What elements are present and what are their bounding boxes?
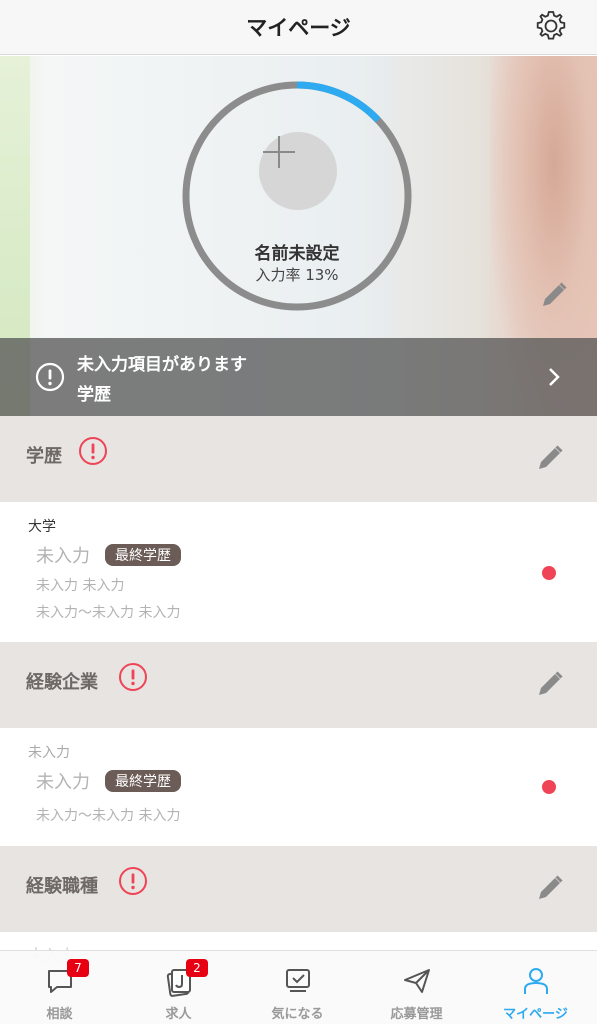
profile-hero: 名前未設定 入力率 13% 未入力項目があります 学歴 bbox=[0, 56, 597, 416]
section-header-education: 学歴 bbox=[0, 416, 597, 502]
school-type: 大学 bbox=[28, 519, 56, 535]
chevron-right-icon bbox=[549, 368, 560, 386]
person-icon bbox=[524, 968, 548, 994]
edit-education-button[interactable] bbox=[534, 442, 566, 474]
header-bar: マイページ bbox=[0, 0, 597, 55]
incomplete-dot bbox=[542, 780, 556, 794]
exclamation-icon bbox=[35, 362, 65, 392]
section-header-company: 経験企業 bbox=[0, 642, 597, 728]
tab-mypage[interactable]: マイページ bbox=[476, 951, 595, 1024]
paper-plane-icon bbox=[404, 969, 430, 993]
tab-jobs[interactable]: 2 求人 bbox=[119, 951, 238, 1024]
final-education-badge: 最終学歴 bbox=[105, 770, 181, 792]
missing-info-banner[interactable]: 未入力項目があります 学歴 bbox=[0, 338, 597, 416]
tab-label: 応募管理 bbox=[390, 1007, 443, 1022]
section-title: 経験職種 bbox=[26, 876, 98, 897]
period-line: 未入力〜未入力 未入力 bbox=[36, 808, 181, 824]
page-title: マイページ bbox=[246, 16, 351, 40]
tab-label: 求人 bbox=[165, 1007, 192, 1022]
checklist-icon bbox=[286, 969, 310, 992]
plus-icon bbox=[263, 136, 295, 168]
tab-label: マイページ bbox=[503, 1007, 568, 1022]
tab-favorites[interactable]: 気になる bbox=[238, 951, 357, 1024]
banner-title: 未入力項目があります bbox=[77, 355, 247, 375]
unread-badge: 7 bbox=[67, 959, 89, 977]
banner-subtitle: 学歴 bbox=[77, 385, 111, 405]
company-type: 未入力 bbox=[28, 745, 70, 761]
profile-progress-ring: 名前未設定 入力率 13% bbox=[181, 80, 413, 312]
profile-name: 名前未設定 bbox=[254, 244, 340, 264]
tab-consult[interactable]: 7 相談 bbox=[0, 951, 119, 1024]
add-photo-button[interactable] bbox=[259, 132, 337, 210]
period-line: 未入力〜未入力 未入力 bbox=[36, 605, 181, 621]
pencil-icon bbox=[539, 875, 563, 899]
incomplete-dot bbox=[542, 566, 556, 580]
section-title: 経験企業 bbox=[26, 672, 98, 693]
pencil-icon[interactable] bbox=[538, 279, 570, 311]
pencil-icon bbox=[539, 671, 563, 695]
warning-icon bbox=[119, 867, 147, 895]
tab-label: 相談 bbox=[46, 1007, 73, 1022]
section-title: 学歴 bbox=[26, 446, 62, 467]
bottom-tab-bar: 7 相談 2 求人 気になる 応募管理 マイページ bbox=[0, 950, 597, 1024]
company-card[interactable]: 未入力 未入力 最終学歴 未入力〜未入力 未入力 bbox=[0, 728, 597, 846]
gear-icon[interactable] bbox=[531, 6, 571, 46]
education-card[interactable]: 大学 未入力 最終学歴 未入力 未入力 未入力〜未入力 未入力 bbox=[0, 502, 597, 642]
completion-rate: 入力率 13% bbox=[255, 266, 339, 284]
warning-icon bbox=[119, 663, 147, 691]
warning-icon bbox=[79, 437, 107, 465]
section-header-job: 経験職種 bbox=[0, 846, 597, 932]
school-name: 未入力 bbox=[36, 546, 90, 567]
edit-job-button[interactable] bbox=[534, 872, 566, 904]
edit-company-button[interactable] bbox=[534, 668, 566, 700]
company-name: 未入力 bbox=[36, 772, 90, 793]
unread-badge: 2 bbox=[186, 959, 208, 977]
tab-label: 気になる bbox=[271, 1007, 324, 1022]
faculty-line: 未入力 未入力 bbox=[36, 578, 125, 594]
final-education-badge: 最終学歴 bbox=[105, 544, 181, 566]
pencil-icon bbox=[539, 445, 563, 469]
tab-applications[interactable]: 応募管理 bbox=[357, 951, 476, 1024]
